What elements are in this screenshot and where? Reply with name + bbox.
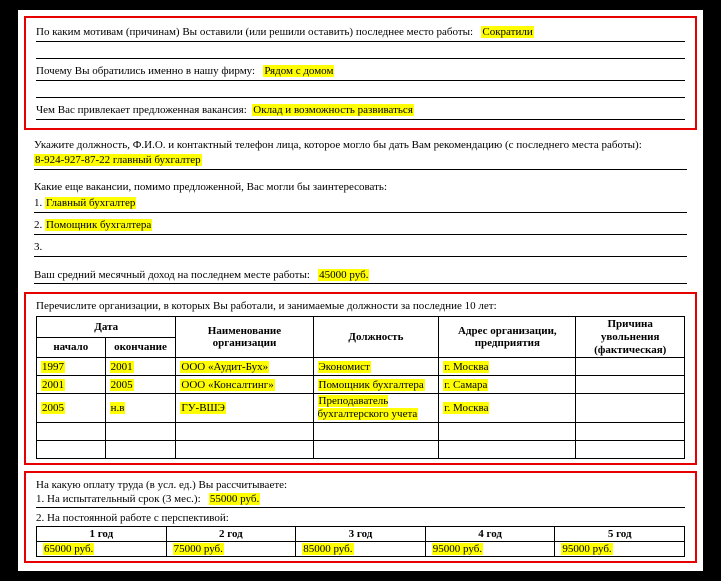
label: Ваш средний месячный доход на последнем … [34,269,310,281]
vacancy-1: Главный бухгалтер [45,197,136,209]
answer-why-firm: Рядом с домом [263,65,334,77]
permanent-label: 2. На постоянной работе с перспективой: [36,512,685,524]
col-date: Дата [37,317,176,337]
col-reason: Причина увольнения (фактическая) [576,317,685,358]
col-year3: 3 год [296,527,426,542]
salary-title: На какую оплату труда (в усл. ед.) Вы ра… [36,479,685,491]
col-year2: 2 год [166,527,296,542]
col-start: начало [37,337,106,357]
label: Укажите должность, Ф.И.О. и контактный т… [34,139,642,151]
blank-line [36,85,685,98]
blank-line [36,46,685,59]
salary-box: На какую оплату труда (в усл. ед.) Вы ра… [24,471,697,564]
question-vacancy-appeal: Чем Вас привлекает предложенная вакансия… [36,102,685,120]
label: Чем Вас привлекает предложенная вакансия… [36,104,247,116]
table-row [37,440,685,458]
probation-label: 1. На испытательный срок (3 мес.): [36,493,201,505]
table-row: 2005 н.в ГУ-ВШЭ Преподаватель бухгалтерс… [37,394,685,422]
vacancy-2: Помощник бухгалтера [45,219,152,231]
work-history-table: Дата Наименование организации Должность … [36,316,685,458]
val-year1: 65000 руб. [43,543,94,555]
label: Почему Вы обратились именно в нашу фирму… [36,65,255,77]
other-vacancies-block: Какие еще вакансии, помимо предложенной,… [24,178,697,264]
col-year1: 1 год [37,527,167,542]
work-history-title: Перечислите организации, в которых Вы ра… [36,300,497,312]
table-row: 1997 2001 ООО «Аудит-Бух» Экономист г. М… [37,358,685,376]
answer-income: 45000 руб. [318,269,369,281]
table-row [37,422,685,440]
work-history-box: Перечислите организации, в которых Вы ра… [24,292,697,464]
col-address: Адрес организации, предприятия [439,317,576,358]
probation-answer: 55000 руб. [209,493,260,505]
answer-leave-reason: Сократили [481,26,533,38]
val-year3: 85000 руб. [302,543,353,555]
label: Какие еще вакансии, помимо предложенной,… [34,181,387,193]
col-year5: 5 год [555,527,685,542]
val-year4: 95000 руб. [432,543,483,555]
salary-table: 1 год 2 год 3 год 4 год 5 год 65000 руб.… [36,526,685,557]
val-year5: 95000 руб. [561,543,612,555]
question-leave-reason: По каким мотивам (причинам) Вы оставили … [36,24,685,42]
label: По каким мотивам (причинам) Вы оставили … [36,26,473,38]
table-row: 2001 2005 ООО «Консалтинг» Помощник бухг… [37,376,685,394]
question-why-firm: Почему Вы обратились именно в нашу фирму… [36,63,685,81]
income-block: Ваш средний месячный доход на последнем … [24,265,697,293]
col-org: Наименование организации [176,317,313,358]
col-position: Должность [313,317,439,358]
col-end: окончание [105,337,176,357]
reasons-box: По каким мотивам (причинам) Вы оставили … [24,16,697,130]
col-year4: 4 год [425,527,555,542]
val-year2: 75000 руб. [173,543,224,555]
answer-recommendation: 8-924-927-87-22 главный бухгалтер [34,154,202,166]
recommendation-block: Укажите должность, Ф.И.О. и контактный т… [24,136,697,179]
answer-vacancy-appeal: Оклад и возможность развиваться [252,104,414,116]
